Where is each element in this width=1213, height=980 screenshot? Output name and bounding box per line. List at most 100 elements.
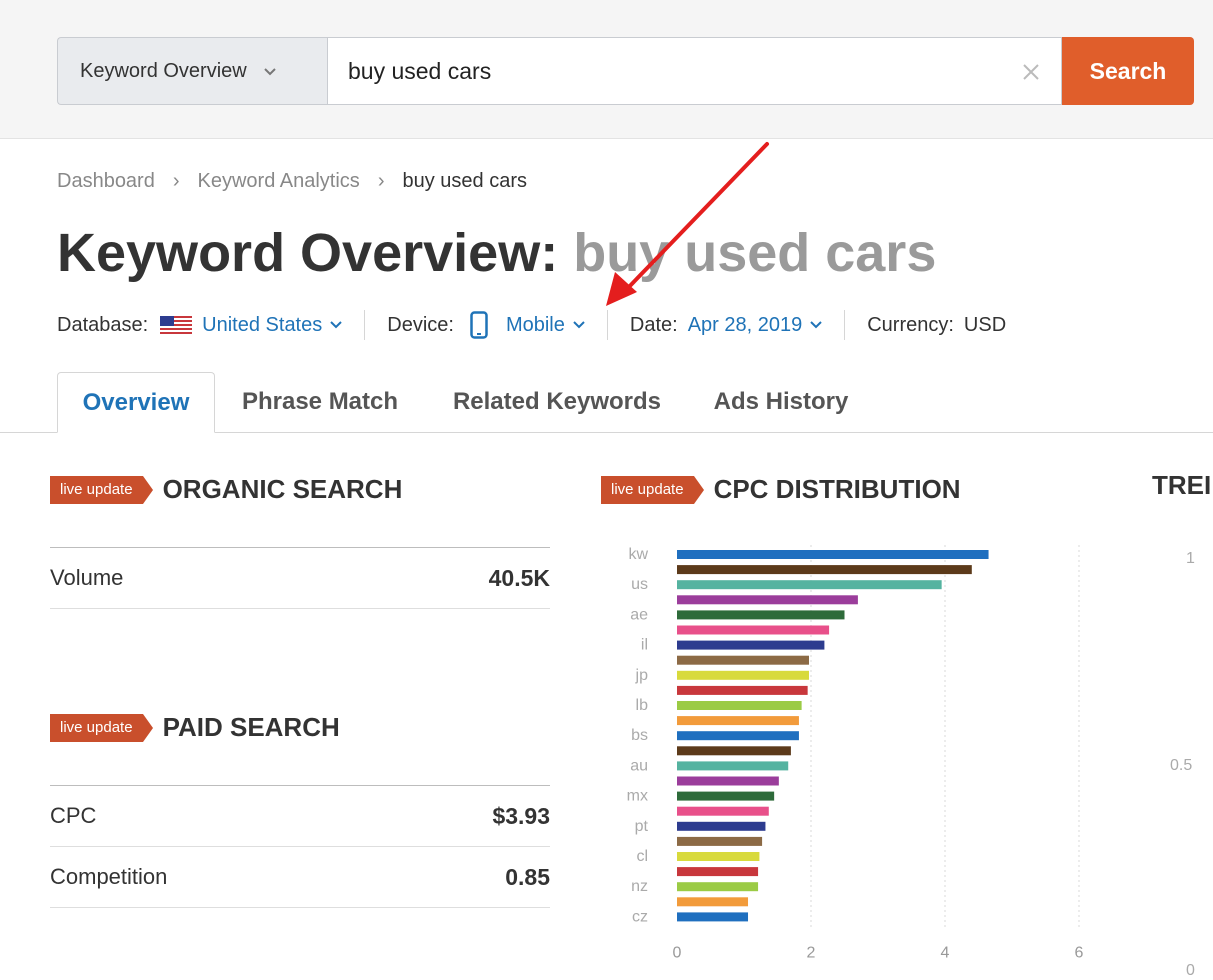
x-tick-label: 0 bbox=[673, 945, 682, 962]
breadcrumb-separator-icon: › bbox=[377, 170, 385, 192]
cpc-bar bbox=[677, 655, 809, 665]
cpc-bar bbox=[677, 550, 989, 559]
y-tick-label: cz bbox=[632, 908, 648, 925]
trend-tick-label: 0.5 bbox=[1170, 757, 1193, 774]
cpc-distribution-chart: 0 2 4 6 kw us ae il jp lb bs au mx pt cl nz cz bbox=[627, 545, 1084, 962]
y-tick-label: cl bbox=[636, 848, 648, 865]
database-select[interactable]: United States bbox=[202, 314, 322, 337]
y-tick-label: kw bbox=[628, 546, 648, 563]
live-update-badge: live update bbox=[50, 475, 153, 504]
cpc-bar bbox=[677, 912, 749, 922]
cpc-bar bbox=[677, 670, 809, 680]
live-update-badge: live update bbox=[50, 713, 153, 742]
divider bbox=[364, 310, 366, 340]
device-select[interactable]: Mobile bbox=[506, 314, 565, 337]
cpc-bar bbox=[677, 716, 799, 726]
cpc-bar bbox=[677, 836, 763, 846]
chevron-down-icon bbox=[810, 321, 822, 329]
search-button[interactable]: Search bbox=[1062, 37, 1194, 105]
currency-value: USD bbox=[963, 313, 1007, 336]
tab-related-keywords[interactable]: Related Keywords bbox=[432, 372, 682, 432]
cpc-bar bbox=[677, 685, 808, 695]
y-tick-label: il bbox=[641, 637, 648, 654]
search-input-value: buy used cars bbox=[348, 57, 492, 84]
cpc-bar bbox=[677, 595, 858, 605]
cpc-bar bbox=[677, 867, 759, 877]
date-label: Date: bbox=[629, 313, 678, 336]
y-tick-label: us bbox=[631, 576, 648, 593]
tab-overview[interactable]: Overview bbox=[57, 372, 215, 433]
tab-ads-history[interactable]: Ads History bbox=[696, 372, 866, 432]
metric-label: Competition bbox=[50, 864, 168, 889]
report-settings: Database: United States Device: Mobile D… bbox=[57, 310, 1006, 340]
x-tick-label: 2 bbox=[807, 945, 816, 962]
y-tick-label: pt bbox=[635, 818, 649, 835]
x-tick-label: 4 bbox=[941, 945, 950, 962]
mobile-phone-icon bbox=[470, 311, 488, 339]
cpc-bar bbox=[677, 882, 759, 892]
cpc-distribution-title[interactable]: CPC DISTRIBUTION bbox=[714, 474, 961, 505]
metric-value: $3.93 bbox=[492, 802, 550, 829]
cpc-bar bbox=[677, 640, 825, 650]
cpc-distribution-header: live update CPC DISTRIBUTION bbox=[601, 474, 961, 505]
page-title-prefix: Keyword Overview: bbox=[57, 223, 574, 283]
organic-search-title[interactable]: ORGANIC SEARCH bbox=[163, 474, 403, 505]
y-tick-label: au bbox=[630, 757, 648, 774]
cpc-bar bbox=[677, 806, 769, 816]
currency-label: Currency: bbox=[867, 313, 954, 336]
y-tick-label: jp bbox=[635, 667, 649, 684]
breadcrumb-item-dashboard[interactable]: Dashboard bbox=[57, 170, 155, 193]
live-update-badge: live update bbox=[601, 475, 704, 504]
paid-search-title[interactable]: PAID SEARCH bbox=[163, 712, 340, 743]
x-tick-label: 6 bbox=[1075, 945, 1084, 962]
trend-tick-label: 0 bbox=[1186, 962, 1195, 979]
y-tick-label: bs bbox=[631, 727, 648, 744]
breadcrumb-item-keyword-analytics[interactable]: Keyword Analytics bbox=[198, 170, 360, 193]
search-bar-area: Keyword Overview buy used cars Search bbox=[0, 0, 1213, 139]
date-select[interactable]: Apr 28, 2019 bbox=[688, 314, 803, 337]
cpc-bar bbox=[677, 776, 779, 786]
y-tick-label: nz bbox=[631, 878, 648, 895]
search-box: Keyword Overview buy used cars Search bbox=[57, 37, 1194, 105]
us-flag-icon bbox=[160, 316, 193, 334]
metric-value: 40.5K bbox=[488, 564, 550, 591]
device-label: Device: bbox=[387, 313, 454, 336]
search-input[interactable]: buy used cars bbox=[327, 37, 1062, 105]
cpc-bar bbox=[677, 746, 791, 756]
page-title: Keyword Overview: buy used cars bbox=[57, 222, 936, 284]
metric-value: 0.85 bbox=[505, 863, 550, 890]
chevron-down-icon bbox=[573, 321, 585, 329]
cpc-bar bbox=[677, 701, 802, 710]
cpc-bar bbox=[677, 761, 789, 771]
cpc-bar bbox=[677, 625, 830, 635]
metric-label: CPC bbox=[50, 803, 97, 828]
metric-row-competition: Competition 0.85 bbox=[50, 847, 550, 908]
tool-select[interactable]: Keyword Overview bbox=[57, 37, 327, 105]
breadcrumb-item-current: buy used cars bbox=[402, 170, 527, 192]
tab-bar: Overview Phrase Match Related Keywords A… bbox=[0, 372, 1213, 433]
divider bbox=[606, 310, 608, 340]
tool-select-label: Keyword Overview bbox=[80, 59, 247, 82]
breadcrumb-separator-icon: › bbox=[172, 170, 180, 192]
cpc-bar bbox=[677, 821, 766, 831]
cpc-bar bbox=[677, 565, 972, 575]
metric-row-volume: Volume 40.5K bbox=[50, 548, 550, 609]
trend-tick-label: 1 bbox=[1186, 550, 1195, 567]
metric-row-cpc: CPC $3.93 bbox=[50, 786, 550, 847]
organic-search-header: live update ORGANIC SEARCH bbox=[50, 474, 402, 505]
cpc-bar bbox=[677, 897, 749, 907]
trend-title[interactable]: TREI bbox=[1152, 470, 1211, 501]
cpc-bar bbox=[677, 791, 775, 801]
cpc-bar bbox=[677, 610, 845, 620]
chevron-down-icon bbox=[264, 68, 276, 76]
cpc-bar bbox=[677, 852, 760, 861]
paid-search-header: live update PAID SEARCH bbox=[50, 712, 340, 743]
y-tick-label: ae bbox=[630, 606, 648, 623]
chevron-down-icon bbox=[330, 321, 342, 329]
y-tick-label: mx bbox=[627, 788, 648, 805]
y-tick-label: lb bbox=[636, 697, 649, 714]
clear-icon[interactable] bbox=[1021, 62, 1041, 82]
divider bbox=[844, 310, 846, 340]
metric-label: Volume bbox=[50, 565, 124, 590]
tab-phrase-match[interactable]: Phrase Match bbox=[222, 372, 418, 432]
